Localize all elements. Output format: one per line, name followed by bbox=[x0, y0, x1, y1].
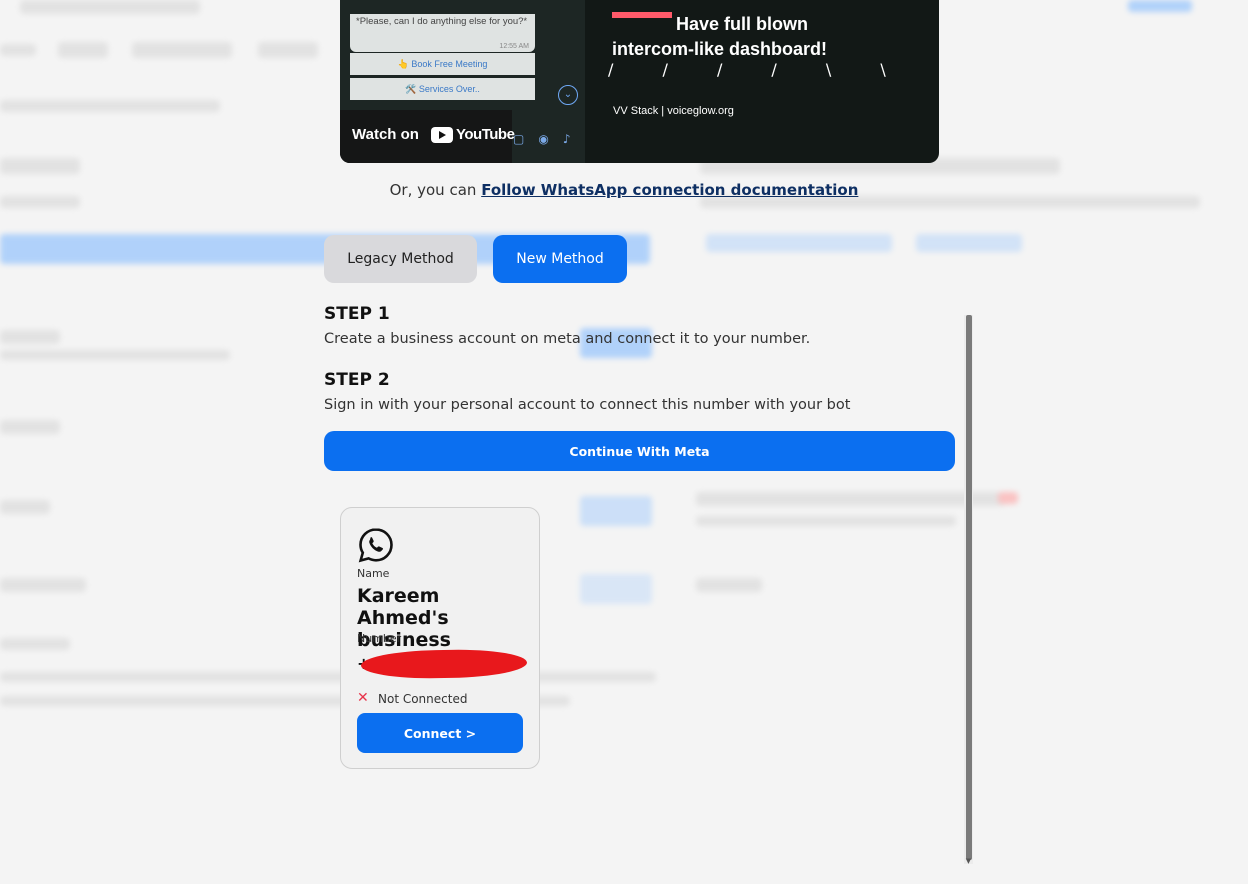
youtube-play-icon bbox=[431, 127, 453, 143]
chat-bubble: *Please, can I do anything else for you?… bbox=[350, 14, 535, 52]
sticker-icon: ▢ bbox=[513, 132, 525, 146]
continue-with-meta-button[interactable]: Continue With Meta bbox=[324, 431, 955, 471]
chevron-down-icon: ⌄ bbox=[558, 85, 578, 105]
step-2-description: Sign in with your personal account to co… bbox=[324, 397, 851, 413]
connect-button[interactable]: Connect > bbox=[357, 713, 523, 753]
close-icon: ✕ bbox=[357, 690, 369, 706]
redaction-scribble bbox=[360, 648, 528, 680]
name-label: Name bbox=[357, 567, 390, 580]
chat-message: *Please, can I do anything else for you?… bbox=[356, 16, 528, 27]
headline-line2: intercom-like dashboard! bbox=[612, 39, 828, 59]
sparkle-decoration: / / / / \ \ bbox=[608, 60, 908, 79]
step-1-description: Create a business account on meta and co… bbox=[324, 331, 811, 347]
scroll-down-arrow[interactable]: ▼ bbox=[964, 857, 973, 865]
new-method-button[interactable]: New Method bbox=[493, 235, 627, 283]
video-byline: VV Stack | voiceglow.org bbox=[613, 105, 734, 117]
highlight-mark bbox=[612, 12, 672, 18]
connection-status: Not Connected bbox=[378, 692, 468, 706]
whatsapp-number-card: Name Kareem Ahmed's business Number + ✕ … bbox=[340, 507, 540, 769]
youtube-label: YouTube bbox=[456, 126, 515, 143]
video-preview[interactable]: *Please, can I do anything else for you?… bbox=[340, 0, 939, 163]
follow-prefix: Or, you can bbox=[389, 181, 477, 199]
watch-on-youtube[interactable]: Watch on YouTube bbox=[340, 110, 515, 163]
quick-reply-services: 🛠️ Services Over.. bbox=[350, 78, 535, 100]
watch-on-label: Watch on bbox=[352, 126, 419, 143]
scrollbar-thumb[interactable] bbox=[966, 315, 972, 860]
follow-docs-line: Or, you can Follow WhatsApp connection d… bbox=[0, 181, 1248, 199]
microphone-icon: ♪ bbox=[562, 132, 571, 146]
quick-reply-book-meeting: 👆 Book Free Meeting bbox=[350, 53, 535, 75]
number-label: Number bbox=[357, 632, 402, 645]
step-1-title: STEP 1 bbox=[324, 304, 390, 324]
camera-icon: ◉ bbox=[538, 132, 549, 146]
phone-input-icons: ▢ ◉ ♪ bbox=[513, 132, 585, 146]
documentation-link[interactable]: Follow WhatsApp connection documentation bbox=[481, 181, 858, 199]
step-2-title: STEP 2 bbox=[324, 370, 390, 390]
whatsapp-icon bbox=[358, 528, 393, 563]
legacy-method-button[interactable]: Legacy Method bbox=[324, 235, 477, 283]
chat-time: 12:55 AM bbox=[499, 43, 529, 50]
headline-line1: Have full blown bbox=[676, 14, 809, 34]
video-headline: Have full blown intercom-like dashboard! bbox=[612, 12, 827, 62]
